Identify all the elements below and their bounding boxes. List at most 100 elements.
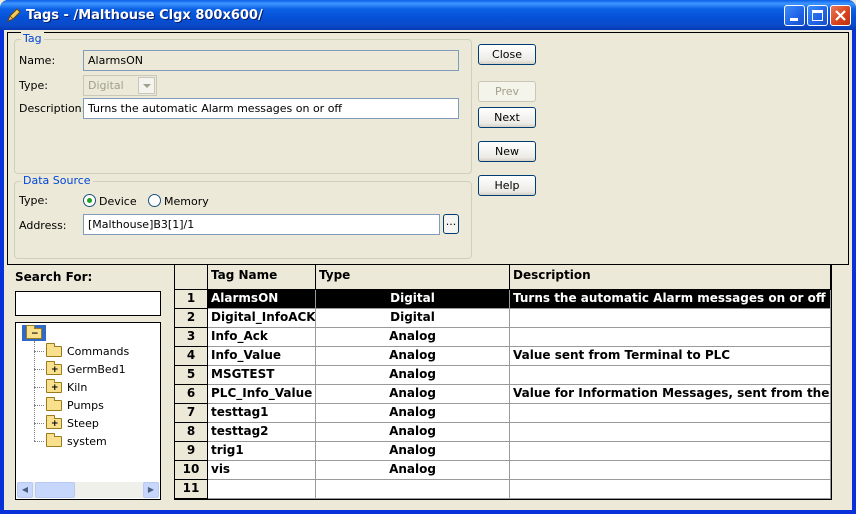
- column-header-tag-name[interactable]: Tag Name: [208, 265, 316, 290]
- type-cell[interactable]: Analog: [316, 328, 510, 347]
- tags-window: Tags - /Malthouse Clgx 800x600/ Tag Name…: [0, 0, 856, 514]
- data-source-legend: Data Source: [21, 174, 93, 187]
- table-row[interactable]: 1 AlarmsON Digital Turns the automatic Alar…: [175, 290, 831, 309]
- scroll-thumb[interactable]: [35, 482, 75, 498]
- description-cell[interactable]: [510, 404, 831, 423]
- address-field[interactable]: [Malthouse]B3[1]/1: [83, 214, 440, 235]
- tree-item-label[interactable]: GermBed1: [67, 363, 126, 376]
- description-cell[interactable]: [510, 423, 831, 442]
- next-button[interactable]: Next: [478, 107, 536, 128]
- tag-name-cell[interactable]: testtag1: [208, 404, 316, 423]
- description-cell[interactable]: Turns the automatic Alarm messages on or…: [510, 290, 831, 309]
- scroll-left-icon[interactable]: ◀: [17, 482, 33, 498]
- tag-folder-tree[interactable]: − Commands + GermBed1 + Kiln Pumps + Steep syste…: [15, 322, 161, 500]
- folder-icon: [46, 343, 62, 357]
- type-cell[interactable]: Analog: [316, 404, 510, 423]
- tag-name-cell[interactable]: Info_Value: [208, 347, 316, 366]
- scroll-right-icon[interactable]: ▶: [143, 482, 159, 498]
- help-button[interactable]: Help: [478, 175, 536, 196]
- tag-name-cell[interactable]: AlarmsON: [208, 290, 316, 309]
- description-cell[interactable]: Value sent from Terminal to PLC: [510, 347, 831, 366]
- tag-name-cell[interactable]: MSGTEST: [208, 366, 316, 385]
- table-row[interactable]: 4 Info_Value Analog Value sent from Termina…: [175, 347, 831, 366]
- maximize-icon: [812, 10, 823, 21]
- description-cell[interactable]: [510, 442, 831, 461]
- description-cell[interactable]: Value for Information Messages, sent fro…: [510, 385, 831, 404]
- memory-radio[interactable]: [148, 194, 161, 207]
- tag-name-cell[interactable]: testtag2: [208, 423, 316, 442]
- minimize-button[interactable]: [784, 5, 805, 26]
- tree-item-label[interactable]: system: [67, 435, 107, 448]
- row-number[interactable]: 1: [175, 290, 208, 309]
- tree-item-label[interactable]: Commands: [67, 345, 129, 358]
- type-cell[interactable]: Analog: [316, 442, 510, 461]
- tag-name-cell[interactable]: Digital_InfoACK: [208, 309, 316, 328]
- prev-button[interactable]: Prev: [478, 81, 536, 102]
- table-row[interactable]: 10 vis Analog: [175, 461, 831, 480]
- type-select[interactable]: Digital: [83, 75, 157, 96]
- column-header-type[interactable]: Type: [316, 265, 510, 290]
- expand-icon[interactable]: +: [51, 366, 59, 375]
- description-field[interactable]: Turns the automatic Alarm messages on or…: [83, 98, 459, 119]
- table-row[interactable]: 8 testtag2 Analog: [175, 423, 831, 442]
- table-row[interactable]: 7 testtag1 Analog: [175, 404, 831, 423]
- table-row[interactable]: 9 trig1 Analog: [175, 442, 831, 461]
- type-cell[interactable]: [316, 480, 510, 499]
- row-number[interactable]: 3: [175, 328, 208, 347]
- row-number[interactable]: 8: [175, 423, 208, 442]
- row-number[interactable]: 6: [175, 385, 208, 404]
- search-input[interactable]: [15, 291, 161, 316]
- row-number[interactable]: 4: [175, 347, 208, 366]
- description-cell[interactable]: [510, 366, 831, 385]
- type-cell[interactable]: Analog: [316, 423, 510, 442]
- close-window-button[interactable]: [830, 5, 851, 26]
- device-radio[interactable]: [83, 194, 96, 207]
- table-row[interactable]: 11: [175, 480, 831, 499]
- maximize-button[interactable]: [807, 5, 828, 26]
- expand-icon[interactable]: +: [51, 420, 59, 429]
- type-cell[interactable]: Digital: [316, 290, 510, 309]
- title-bar[interactable]: Tags - /Malthouse Clgx 800x600/: [0, 0, 856, 30]
- row-number[interactable]: 5: [175, 366, 208, 385]
- tag-name-cell[interactable]: vis: [208, 461, 316, 480]
- folder-icon: +: [46, 379, 62, 393]
- close-button[interactable]: Close: [478, 44, 536, 65]
- row-number[interactable]: 2: [175, 309, 208, 328]
- row-number[interactable]: 10: [175, 461, 208, 480]
- row-number[interactable]: 11: [175, 480, 208, 499]
- tag-group-legend: Tag: [21, 32, 44, 45]
- column-header-description[interactable]: Description: [510, 265, 831, 290]
- type-select-value: Digital: [88, 79, 124, 92]
- expand-icon[interactable]: +: [51, 384, 59, 393]
- type-cell[interactable]: Analog: [316, 461, 510, 480]
- tag-name-cell[interactable]: [208, 480, 316, 499]
- table-row[interactable]: 6 PLC_Info_Value Analog Value for Informati…: [175, 385, 831, 404]
- type-cell[interactable]: Digital: [316, 309, 510, 328]
- tree-item-label[interactable]: Kiln: [67, 381, 87, 394]
- table-row[interactable]: 5 MSGTEST Analog: [175, 366, 831, 385]
- tree-item-label[interactable]: Steep: [67, 417, 99, 430]
- description-cell[interactable]: [510, 480, 831, 499]
- description-cell[interactable]: [510, 328, 831, 347]
- tag-name-cell[interactable]: PLC_Info_Value: [208, 385, 316, 404]
- horizontal-scrollbar[interactable]: ◀ ▶: [17, 482, 159, 498]
- name-field[interactable]: AlarmsON: [83, 50, 459, 71]
- type-cell[interactable]: Analog: [316, 385, 510, 404]
- memory-radio-label[interactable]: Memory: [164, 195, 209, 208]
- table-row[interactable]: 2 Digital_InfoACK Digital: [175, 309, 831, 328]
- new-button[interactable]: New: [478, 141, 536, 162]
- browse-address-button[interactable]: ...: [443, 214, 459, 234]
- row-number[interactable]: 7: [175, 404, 208, 423]
- tag-name-cell[interactable]: trig1: [208, 442, 316, 461]
- tree-root-node[interactable]: −: [22, 325, 46, 341]
- tag-name-cell[interactable]: Info_Ack: [208, 328, 316, 347]
- tree-item-label[interactable]: Pumps: [67, 399, 104, 412]
- table-row[interactable]: 3 Info_Ack Analog: [175, 328, 831, 347]
- description-cell[interactable]: [510, 309, 831, 328]
- row-number[interactable]: 9: [175, 442, 208, 461]
- type-cell[interactable]: Analog: [316, 347, 510, 366]
- device-radio-label[interactable]: Device: [99, 195, 137, 208]
- type-cell[interactable]: Analog: [316, 366, 510, 385]
- description-cell[interactable]: [510, 461, 831, 480]
- tags-grid[interactable]: Tag Name Type Description 1 AlarmsON Digit…: [174, 264, 832, 500]
